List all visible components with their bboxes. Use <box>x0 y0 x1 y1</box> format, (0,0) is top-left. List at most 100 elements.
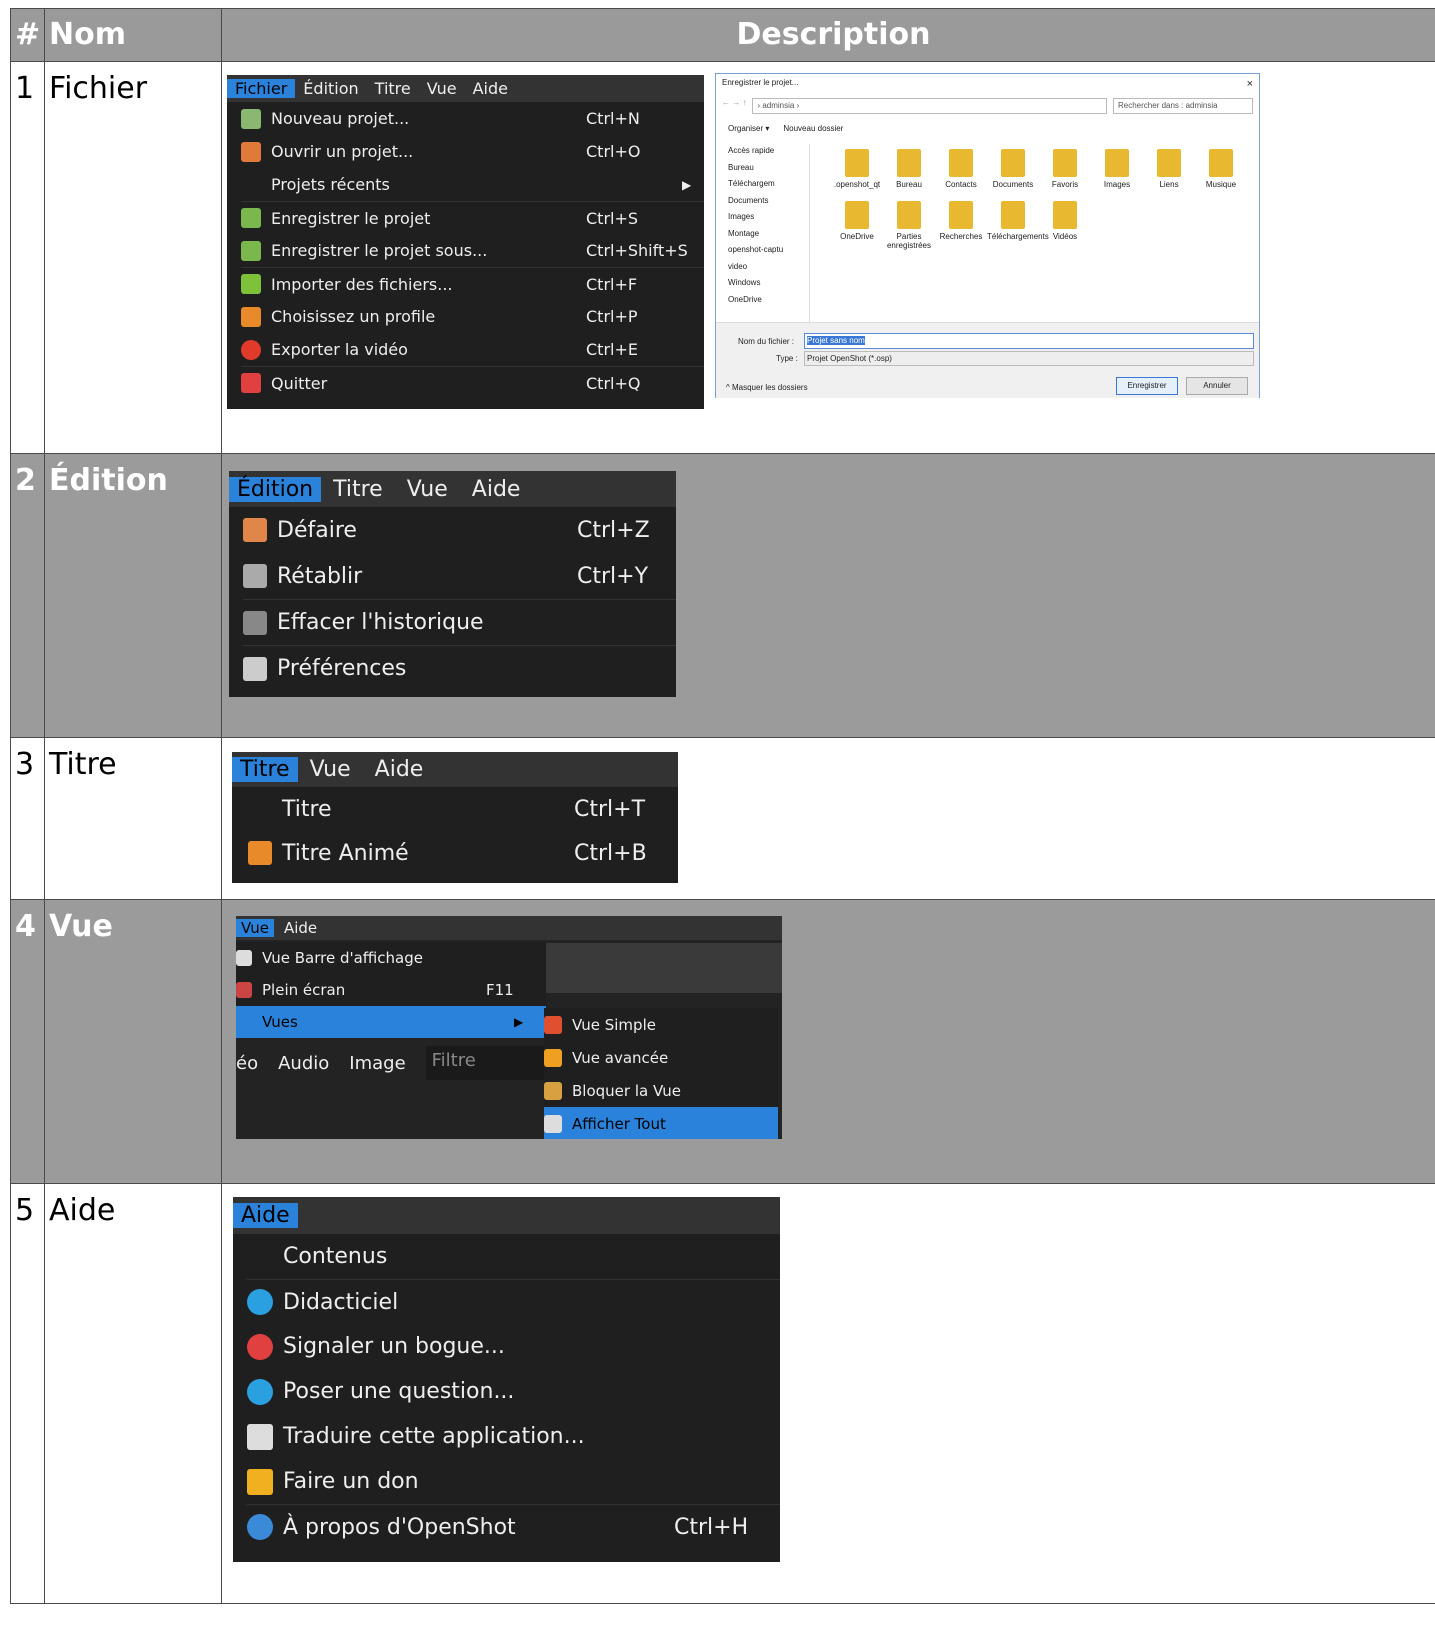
menu-item-label: Plein écran <box>262 981 346 999</box>
dialog-folder-grid: .openshot_qt Bureau Contacts Documents Favor… <box>831 149 1251 250</box>
folder-item[interactable]: Téléchargements <box>987 201 1049 250</box>
menu-item[interactable]: Faire un don <box>247 1459 780 1504</box>
menubar-item[interactable]: Vue <box>395 477 460 502</box>
menu-item[interactable]: Préférences <box>243 645 676 691</box>
folder-item[interactable]: OneDrive <box>831 201 883 250</box>
menu-item[interactable]: Titre Animé Ctrl+B <box>248 831 678 875</box>
folder-item[interactable]: Documents <box>987 149 1039 189</box>
folder-item[interactable]: Recherches <box>935 201 987 250</box>
menubar-item[interactable]: Titre <box>367 79 419 98</box>
hide-folders-button[interactable]: ^ Masquer les dossiers <box>726 383 808 392</box>
menu-item-label: Traduire cette application... <box>283 1424 585 1449</box>
folder-item[interactable]: Vidéos <box>1039 201 1091 250</box>
organize-button[interactable]: Organiser ▾ <box>728 124 769 133</box>
folder-label: .openshot_qt <box>833 180 881 189</box>
folder-item[interactable]: Bureau <box>883 149 935 189</box>
folder-icon <box>1053 149 1077 177</box>
menu-item[interactable]: Défaire Ctrl+Z <box>243 507 676 553</box>
empty-icon-slot <box>248 797 272 821</box>
menu-item[interactable]: Traduire cette application... <box>247 1414 780 1459</box>
menubar-item[interactable]: Aide <box>233 1203 298 1228</box>
menu-item[interactable]: Projets récents ▶ <box>241 168 704 201</box>
menu-item[interactable]: Vue Simple <box>544 1008 778 1041</box>
folder-icon <box>1209 149 1233 177</box>
menu-item-label: Projets récents <box>271 175 390 194</box>
menu-item[interactable]: À propos d'OpenShot Ctrl+H <box>247 1504 780 1549</box>
menubar-item[interactable]: Édition <box>229 476 322 502</box>
menu-item[interactable]: Vue Barre d'affichage <box>236 942 546 974</box>
save-button[interactable]: Enregistrer <box>1116 377 1178 395</box>
menu-item-shortcut: Ctrl+S <box>586 208 639 228</box>
sidebar-item[interactable]: Téléchargem <box>722 177 809 194</box>
filename-input[interactable]: Projet sans nom <box>804 333 1254 349</box>
menu-item-label: Enregistrer le projet <box>271 208 431 228</box>
address-field[interactable]: › adminsia › <box>752 98 1107 114</box>
menu-item[interactable]: Enregistrer le projet Ctrl+S <box>241 201 704 234</box>
folder-item[interactable]: Musique <box>1195 149 1247 189</box>
menubar-item[interactable]: Aide <box>363 757 436 782</box>
menu-item[interactable]: Vues ▶ <box>236 1006 546 1038</box>
menubar-item[interactable]: Titre <box>232 757 298 782</box>
sidebar-item[interactable]: Documents <box>722 194 809 211</box>
menu-item[interactable]: Signaler un bogue... <box>247 1324 780 1369</box>
home-icon <box>544 1015 562 1034</box>
menubar-item[interactable]: Titre <box>321 477 395 502</box>
menu-item-label: Ouvrir un projet... <box>271 142 414 161</box>
gear-icon <box>243 656 267 681</box>
menu-item[interactable]: Ouvrir un projet... Ctrl+O <box>241 135 704 168</box>
menu-item[interactable]: Titre Ctrl+T <box>248 787 678 831</box>
menu-item[interactable]: Poser une question... <box>247 1369 780 1414</box>
menu-item[interactable]: Enregistrer le projet sous... Ctrl+Shift+… <box>241 234 704 267</box>
sidebar-item[interactable]: openshot-captu <box>722 243 809 260</box>
menubar-item[interactable]: Aide <box>274 919 327 937</box>
cancel-button[interactable]: Annuler <box>1186 377 1248 395</box>
menu-item[interactable]: Choisissez un profile Ctrl+P <box>241 300 704 333</box>
menubar-item[interactable]: Aide <box>460 477 533 502</box>
background-tabs: éo Audio Image Filtre <box>236 1046 566 1080</box>
folder-item[interactable]: Parties enregistrées <box>883 201 935 250</box>
menubar-item[interactable]: Vue <box>298 757 363 782</box>
type-select[interactable]: Projet OpenShot (*.osp) <box>804 351 1254 366</box>
dialog-toolbar: Organiser ▾ Nouveau dossier <box>728 124 843 133</box>
show-all-icon <box>544 1114 562 1133</box>
close-icon[interactable]: × <box>1247 78 1253 90</box>
sidebar-item[interactable]: Bureau <box>722 161 809 178</box>
menubar-item[interactable]: Vue <box>236 919 274 937</box>
menubar-item[interactable]: Vue <box>419 79 465 98</box>
sidebar-item[interactable]: OneDrive <box>722 293 809 310</box>
folder-item[interactable]: Contacts <box>935 149 987 189</box>
tab-video[interactable]: éo <box>236 1053 258 1074</box>
menu-item[interactable]: Didacticiel <box>247 1279 780 1324</box>
tab-image[interactable]: Image <box>349 1053 405 1074</box>
menu-item[interactable]: Plein écran F11 <box>236 974 546 1006</box>
menu-item[interactable]: Bloquer la Vue <box>544 1074 778 1107</box>
menu-item[interactable]: Contenus <box>247 1234 780 1279</box>
menu-item[interactable]: Vue avancée <box>544 1041 778 1074</box>
sidebar-item[interactable]: Images <box>722 210 809 227</box>
menu-item[interactable]: Nouveau projet... Ctrl+N <box>241 102 704 135</box>
menu-item-shortcut: Ctrl+Y <box>577 563 649 589</box>
menu-item[interactable]: Rétablir Ctrl+Y <box>243 553 676 599</box>
menu-item[interactable]: Quitter Ctrl+Q <box>241 366 704 399</box>
tab-audio[interactable]: Audio <box>278 1053 329 1074</box>
folder-item[interactable]: Liens <box>1143 149 1195 189</box>
menubar-item[interactable]: Fichier <box>227 79 296 98</box>
menu-item[interactable]: Effacer l'historique <box>243 599 676 645</box>
sidebar-item[interactable]: Accès rapide <box>722 144 809 161</box>
search-field[interactable]: Rechercher dans : adminsia <box>1113 98 1253 114</box>
sidebar-item[interactable]: video <box>722 260 809 277</box>
menu-item[interactable]: Exporter la vidéo Ctrl+E <box>241 333 704 366</box>
menubar-item[interactable]: Édition <box>295 79 366 98</box>
menubar-item[interactable]: Aide <box>465 79 516 98</box>
folder-item[interactable]: .openshot_qt <box>831 149 883 189</box>
sidebar-item[interactable]: Windows <box>722 276 809 293</box>
folder-item[interactable]: Favoris <box>1039 149 1091 189</box>
row-number: 5 <box>10 1183 45 1604</box>
menu-item-shortcut: Ctrl+Shift+S <box>586 241 688 260</box>
menu-item[interactable]: Afficher Tout <box>544 1107 778 1139</box>
sidebar-item[interactable]: Montage <box>722 227 809 244</box>
menu-item[interactable]: Importer des fichiers... Ctrl+F <box>241 267 704 300</box>
new-folder-button[interactable]: Nouveau dossier <box>783 124 843 133</box>
folder-item[interactable]: Images <box>1091 149 1143 189</box>
film-icon <box>248 841 272 865</box>
